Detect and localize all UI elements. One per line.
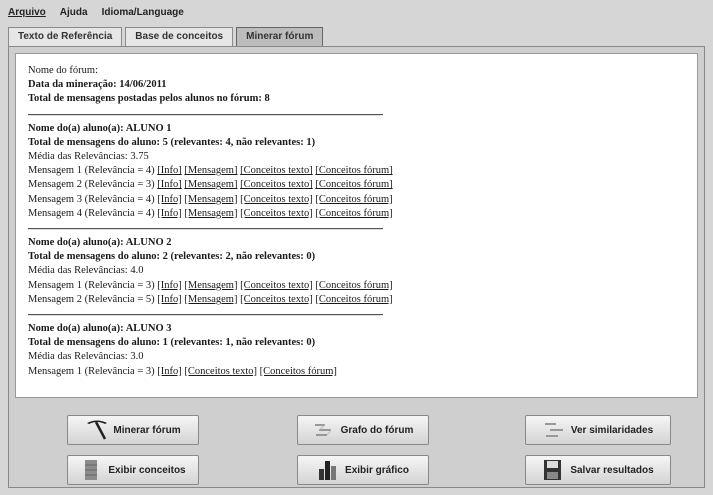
message-label: Mensagem 2 (Relevância = 3) — [28, 179, 155, 191]
total-messages: Total de mensagens postadas pelos alunos… — [28, 93, 270, 105]
menu-ajuda[interactable]: Ajuda — [58, 6, 90, 22]
mine-forum-button[interactable]: Minerar fórum — [67, 415, 199, 445]
message-link[interactable]: [Info] — [157, 280, 182, 291]
show-concepts-label: Exibir conceitos — [108, 464, 186, 476]
message-link[interactable]: [Conceitos texto] — [184, 366, 257, 377]
bar-chart-icon — [317, 459, 339, 481]
student-name: Nome do(a) aluno(a): ALUNO 1 — [28, 122, 172, 134]
students-list: Nome do(a) aluno(a): ALUNO 1 Total de men… — [28, 113, 685, 379]
student-average: Média das Relevâncias: 3.0 — [28, 351, 144, 363]
student-name: Nome do(a) aluno(a): ALUNO 3 — [28, 323, 172, 335]
tab-base-conceitos[interactable]: Base de conceitos — [125, 27, 234, 46]
message-link[interactable]: [Mensagem] — [184, 294, 237, 305]
mining-date: Data da mineração: 14/06/2011 — [28, 79, 167, 91]
message-link[interactable]: [Info] — [157, 294, 182, 305]
separator-line — [28, 113, 383, 116]
message-label: Mensagem 4 (Relevância = 4) — [28, 207, 155, 219]
message-row: Mensagem 2 (Relevância = 5) [Info] [Mens… — [28, 293, 685, 307]
student-name: Nome do(a) aluno(a): ALUNO 2 — [28, 237, 172, 249]
separator-line — [28, 228, 383, 231]
student-total: Total de mensagens do aluno: 2 (relevant… — [28, 251, 316, 263]
message-link[interactable]: [Info] — [157, 179, 182, 190]
message-row: Mensagem 2 (Relevância = 3) [Info] [Mens… — [28, 178, 685, 192]
message-link[interactable]: [Conceitos fórum] — [315, 194, 392, 205]
forum-graph-label: Grafo do fórum — [340, 424, 414, 436]
message-label: Mensagem 1 (Relevância = 4) — [28, 165, 155, 177]
message-link[interactable]: [Info] — [157, 208, 182, 219]
graph-icon — [313, 419, 335, 441]
separator-line — [28, 314, 383, 317]
message-link[interactable]: [Conceitos fórum] — [260, 366, 337, 377]
tab-texto-referencia[interactable]: Texto de Referência — [8, 27, 123, 46]
message-link[interactable]: [Conceitos texto] — [240, 280, 313, 291]
message-link[interactable]: [Conceitos texto] — [240, 208, 313, 219]
mining-report: Nome do fórum: Data da mineração: 14/06/… — [15, 53, 698, 398]
app-window: Arquivo Ajuda Idioma/Language Texto de R… — [0, 0, 713, 495]
student-average: Média das Relevâncias: 3.75 — [28, 151, 149, 163]
message-link[interactable]: [Mensagem] — [184, 165, 237, 176]
message-link[interactable]: [Conceitos fórum] — [315, 208, 392, 219]
student-average: Média das Relevâncias: 4.0 — [28, 265, 144, 277]
forum-name: Nome do fórum: — [28, 65, 98, 76]
student-total: Total de mensagens do aluno: 5 (relevant… — [28, 136, 316, 148]
message-link[interactable]: [Conceitos fórum] — [315, 179, 392, 190]
floppy-disk-icon — [542, 459, 564, 481]
similarities-label: Ver similaridades — [570, 424, 654, 436]
tab-strip: Texto de Referência Base de conceitos Mi… — [8, 27, 326, 47]
message-link[interactable]: [Info] — [157, 366, 182, 377]
mine-forum-label: Minerar fórum — [113, 424, 181, 436]
message-link[interactable]: [Conceitos texto] — [240, 179, 313, 190]
message-link[interactable]: [Mensagem] — [184, 208, 237, 219]
tab-minerar-forum[interactable]: Minerar fórum — [236, 27, 324, 46]
message-link[interactable]: [Conceitos texto] — [240, 194, 313, 205]
show-concepts-button[interactable]: Exibir conceitos — [67, 455, 199, 485]
message-link[interactable]: [Conceitos fórum] — [315, 165, 392, 176]
menu-bar: Arquivo Ajuda Idioma/Language — [6, 6, 186, 22]
menu-arquivo[interactable]: Arquivo — [6, 6, 48, 22]
message-link[interactable]: [Conceitos texto] — [240, 294, 313, 305]
menu-idioma[interactable]: Idioma/Language — [100, 6, 186, 22]
message-row: Mensagem 4 (Relevância = 4) [Info] [Mens… — [28, 207, 685, 221]
show-chart-label: Exibir gráfico — [345, 464, 409, 476]
save-results-label: Salvar resultados — [570, 464, 654, 476]
message-label: Mensagem 3 (Relevância = 4) — [28, 193, 155, 205]
message-row: Mensagem 1 (Relevância = 4) [Info] [Mens… — [28, 164, 685, 178]
save-results-button[interactable]: Salvar resultados — [525, 455, 671, 485]
message-label: Mensagem 1 (Relevância = 3) — [28, 365, 155, 377]
message-link[interactable]: [Info] — [157, 194, 182, 205]
message-row: Mensagem 3 (Relevância = 4) [Info] [Mens… — [28, 193, 685, 207]
message-link[interactable]: [Info] — [157, 165, 182, 176]
similarity-icon — [543, 419, 565, 441]
message-label: Mensagem 1 (Relevância = 3) — [28, 279, 155, 291]
show-chart-button[interactable]: Exibir gráfico — [297, 455, 429, 485]
message-row: Mensagem 1 (Relevância = 3) [Info] [Conc… — [28, 365, 685, 379]
message-label: Mensagem 2 (Relevância = 5) — [28, 293, 155, 305]
message-link[interactable]: [Mensagem] — [184, 280, 237, 291]
similarities-button[interactable]: Ver similaridades — [525, 415, 671, 445]
concepts-icon — [80, 459, 102, 481]
tab-panel: Nome do fórum: Data da mineração: 14/06/… — [8, 46, 705, 488]
message-link[interactable]: [Mensagem] — [184, 179, 237, 190]
message-row: Mensagem 1 (Relevância = 3) [Info] [Mens… — [28, 279, 685, 293]
message-link[interactable]: [Conceitos fórum] — [315, 294, 392, 305]
pickaxe-icon — [85, 419, 108, 441]
forum-graph-button[interactable]: Grafo do fórum — [297, 415, 429, 445]
message-link[interactable]: [Mensagem] — [184, 194, 237, 205]
message-link[interactable]: [Conceitos fórum] — [315, 280, 392, 291]
student-total: Total de mensagens do aluno: 1 (relevant… — [28, 337, 316, 349]
message-link[interactable]: [Conceitos texto] — [240, 165, 313, 176]
